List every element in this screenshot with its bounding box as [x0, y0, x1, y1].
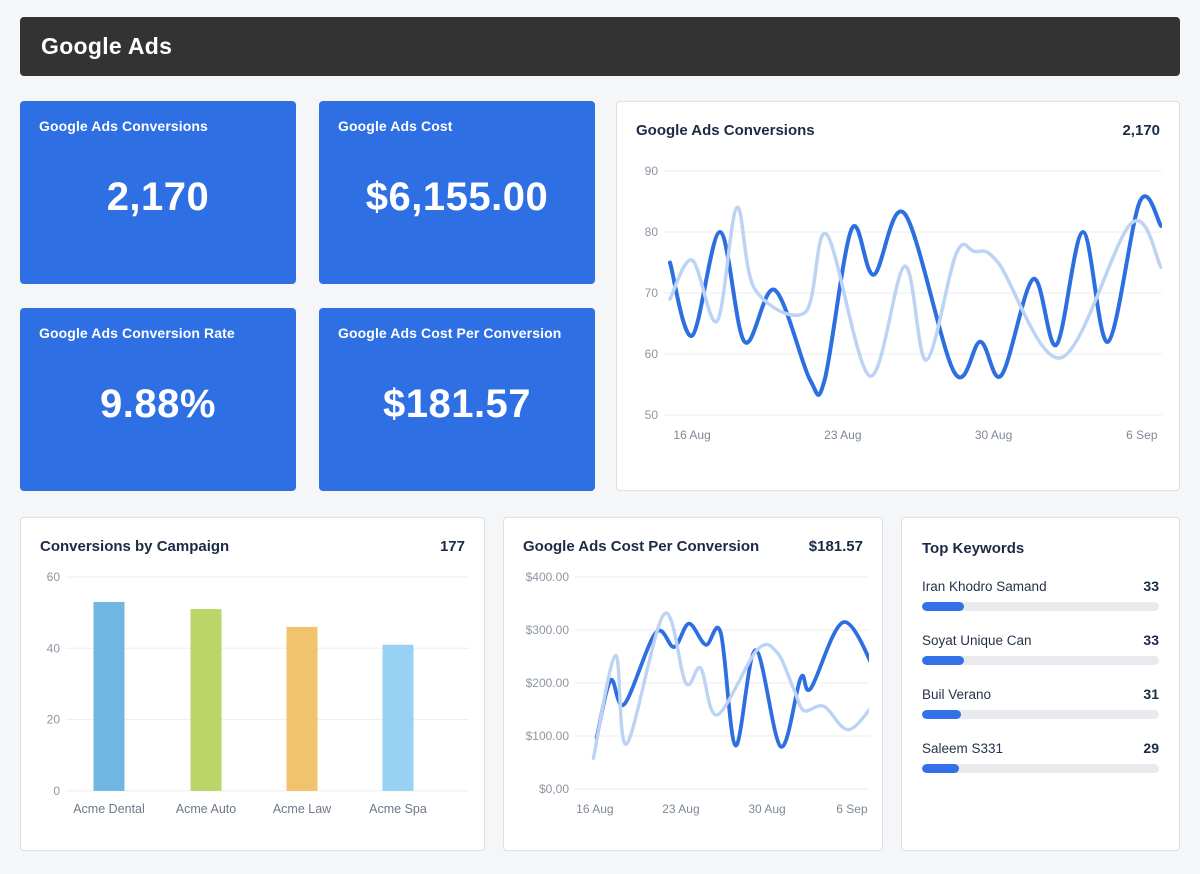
svg-text:$400.00: $400.00 — [526, 570, 570, 584]
svg-text:90: 90 — [645, 164, 659, 178]
bar-acme-law — [287, 627, 318, 791]
svg-text:60: 60 — [47, 570, 61, 584]
svg-text:Acme Dental: Acme Dental — [73, 802, 145, 816]
keyword-label: Iran Khodro Samand — [922, 579, 1047, 594]
chart-title: Google Ads Cost Per Conversion — [523, 538, 759, 555]
keyword-progress-fill — [922, 602, 964, 611]
kpi-label: Google Ads Cost Per Conversion — [338, 325, 576, 341]
cost-per-conversion-current-line — [597, 622, 869, 747]
conversions-line-chart: 90 80 70 60 50 16 Aug 23 Aug 30 Aug 6 Sep — [634, 147, 1162, 447]
kpi-value: 2,170 — [107, 175, 210, 226]
keyword-value: 33 — [1143, 632, 1159, 648]
keyword-label: Saleem S331 — [922, 741, 1003, 756]
svg-text:20: 20 — [47, 713, 61, 727]
keyword-progress-track — [922, 764, 1159, 773]
svg-text:30 Aug: 30 Aug — [748, 802, 785, 816]
kpi-grid: Google Ads Conversions 2,170 Google Ads … — [20, 101, 595, 491]
dashboard: Google Ads Google Ads Conversions 2,170 … — [0, 0, 1200, 874]
campaign-bar-chart: 60 40 20 0 Acme Dental Acme Auto Acme Law Acme … — [38, 563, 469, 823]
keyword-progress-fill — [922, 656, 964, 665]
kpi-label: Google Ads Conversions — [39, 118, 277, 134]
top-keywords-card: Top Keywords Iran Khodro Samand33Soyat U… — [901, 517, 1180, 851]
keyword-label: Buil Verano — [922, 687, 991, 702]
page-header: Google Ads — [20, 17, 1180, 76]
chart-total-value: 177 — [440, 538, 465, 555]
cost-per-conversion-line-chart: $400.00 $300.00 $200.00 $100.00 $0,00 16 Aug 2… — [521, 563, 869, 823]
svg-text:60: 60 — [645, 347, 659, 361]
keyword-value: 29 — [1143, 740, 1159, 756]
kpi-value: $6,155.00 — [366, 175, 548, 226]
svg-text:23 Aug: 23 Aug — [662, 802, 699, 816]
keyword-item: Saleem S331 29 — [922, 740, 1159, 773]
svg-text:80: 80 — [645, 225, 659, 239]
bar-acme-dental — [94, 602, 125, 791]
bar-acme-auto — [191, 609, 222, 791]
chart-total-value: 2,170 — [1122, 122, 1160, 139]
svg-text:40: 40 — [47, 641, 61, 655]
svg-text:30 Aug: 30 Aug — [975, 428, 1012, 442]
keyword-item: Soyat Unique Can 33 — [922, 632, 1159, 665]
svg-text:Acme Law: Acme Law — [273, 802, 332, 816]
keyword-progress-fill — [922, 764, 959, 773]
svg-text:Acme Auto: Acme Auto — [176, 802, 236, 816]
svg-text:23 Aug: 23 Aug — [824, 428, 861, 442]
conversions-previous-line — [670, 207, 1161, 376]
svg-text:0: 0 — [53, 784, 60, 798]
svg-text:$100.00: $100.00 — [526, 729, 570, 743]
conversions-line-chart-card: Google Ads Conversions 2,170 90 80 70 60 50 1… — [616, 101, 1180, 491]
keyword-item: Buil Verano 31 — [922, 686, 1159, 719]
keyword-label: Soyat Unique Can — [922, 633, 1032, 648]
kpi-card-conversions: Google Ads Conversions 2,170 — [20, 101, 296, 284]
keyword-value: 33 — [1143, 578, 1159, 594]
kpi-label: Google Ads Conversion Rate — [39, 325, 277, 341]
kpi-card-cost: Google Ads Cost $6,155.00 — [319, 101, 595, 284]
svg-text:$0,00: $0,00 — [539, 782, 569, 796]
svg-text:$300.00: $300.00 — [526, 623, 570, 637]
keyword-progress-track — [922, 710, 1159, 719]
chart-title: Conversions by Campaign — [40, 538, 229, 555]
svg-text:16 Aug: 16 Aug — [673, 428, 710, 442]
svg-text:6 Sep: 6 Sep — [836, 802, 868, 816]
campaign-bar-chart-card: Conversions by Campaign 177 60 40 20 0 Acme … — [20, 517, 485, 851]
page-title: Google Ads — [41, 33, 172, 60]
svg-text:70: 70 — [645, 286, 659, 300]
chart-title: Google Ads Conversions — [636, 122, 815, 139]
keyword-progress-fill — [922, 710, 961, 719]
keywords-list: Iran Khodro Samand 33 Soyat Unique Can 33 Bu… — [922, 578, 1159, 773]
keyword-item: Iran Khodro Samand 33 — [922, 578, 1159, 611]
svg-text:50: 50 — [645, 408, 659, 422]
svg-text:16 Aug: 16 Aug — [576, 802, 613, 816]
svg-text:Acme Spa: Acme Spa — [369, 802, 427, 816]
svg-text:$200.00: $200.00 — [526, 676, 570, 690]
kpi-card-cost-per-conversion: Google Ads Cost Per Conversion $181.57 — [319, 308, 595, 491]
kpi-value: $181.57 — [383, 382, 531, 433]
keyword-progress-track — [922, 602, 1159, 611]
svg-text:6 Sep: 6 Sep — [1126, 428, 1158, 442]
kpi-label: Google Ads Cost — [338, 118, 576, 134]
keywords-title: Top Keywords — [922, 540, 1159, 557]
top-section: Google Ads Conversions 2,170 Google Ads … — [20, 101, 1180, 491]
kpi-card-conversion-rate: Google Ads Conversion Rate 9.88% — [20, 308, 296, 491]
keyword-progress-track — [922, 656, 1159, 665]
chart-total-value: $181.57 — [809, 538, 863, 555]
kpi-value: 9.88% — [100, 382, 216, 433]
cost-per-conversion-chart-card: Google Ads Cost Per Conversion $181.57 $… — [503, 517, 883, 851]
bottom-section: Conversions by Campaign 177 60 40 20 0 Acme … — [20, 517, 1180, 851]
keyword-value: 31 — [1143, 686, 1159, 702]
bar-acme-spa — [383, 645, 414, 791]
